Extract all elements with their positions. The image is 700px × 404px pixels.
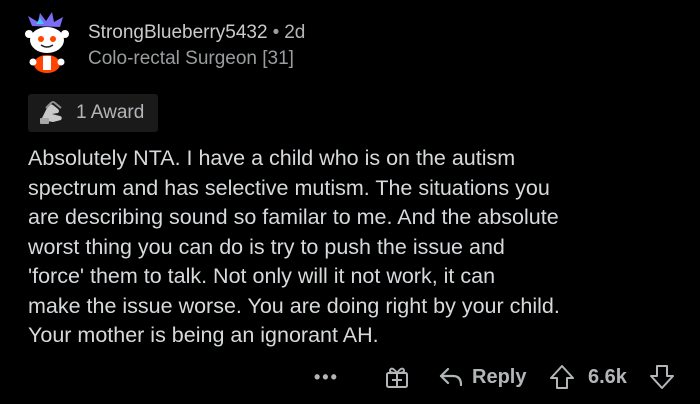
upvote-button[interactable] [548, 360, 576, 394]
downvote-arrow-icon [648, 363, 676, 391]
separator-dot: • [272, 22, 280, 43]
comment-body-line: are describing sound so familar to me. A… [28, 205, 559, 229]
more-options-button[interactable]: ••• [314, 360, 339, 394]
upvote-arrow-icon [548, 363, 576, 391]
vote-score: 6.6k [588, 365, 627, 388]
downvote-button[interactable] [648, 360, 676, 394]
hands-award-icon [38, 100, 68, 126]
award-count-label: 1 Award [76, 102, 145, 123]
comment-body-line: make the issue worse. You are doing righ… [28, 293, 560, 318]
give-award-button[interactable] [384, 360, 410, 394]
reply-label: Reply [472, 365, 527, 388]
comment-action-bar: ••• Reply 6.6k [0, 360, 700, 394]
comment-body-line: spectrum and has selective mutism. The s… [28, 175, 550, 200]
award-chip[interactable]: 1 Award [28, 94, 159, 132]
author-row: StrongBlueberry5432 • 2d [88, 20, 305, 46]
comment-body-line: 'force' them to talk. Not only will it n… [28, 264, 496, 288]
snoo-avatar-icon [25, 12, 69, 73]
comment-body: Absolutely NTA. I have a child who is on… [28, 144, 678, 351]
comment-age: 2d [284, 22, 306, 43]
comment-body-line: Absolutely NTA. I have a child who is on… [28, 146, 516, 170]
user-avatar[interactable] [18, 12, 76, 74]
comment-body-line: Your mother is being an ignorant AH. [28, 323, 379, 347]
reply-button[interactable]: Reply [438, 360, 526, 394]
gift-award-icon [384, 364, 410, 390]
username-link[interactable]: StrongBlueberry5432 [88, 22, 268, 43]
comment-body-line: worst thing you can do is try to push th… [28, 234, 505, 259]
comment-header: StrongBlueberry5432 • 2d Colo-rectal Surge… [88, 20, 305, 72]
reply-arrow-icon [438, 365, 464, 389]
comment: StrongBlueberry5432 • 2d Colo-rectal Surge… [0, 0, 700, 404]
user-flair: Colo-rectal Surgeon [31] [88, 48, 294, 69]
